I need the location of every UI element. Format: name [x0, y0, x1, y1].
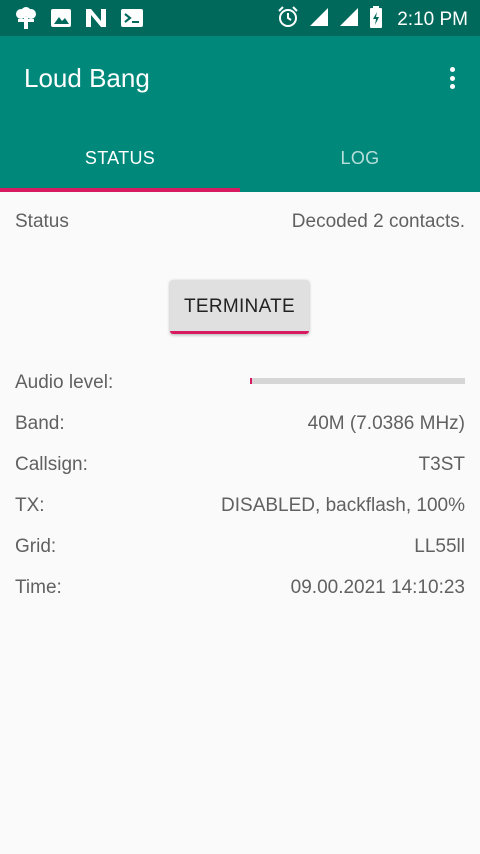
- signal-icon: [309, 7, 329, 32]
- audio-level-fill: [250, 378, 252, 384]
- battery-icon: [369, 6, 383, 33]
- callsign-row: Callsign: T3ST: [15, 450, 465, 480]
- status-label: Status: [15, 211, 69, 232]
- audio-level-label: Audio level:: [15, 372, 114, 393]
- app-title: Loud Bang: [24, 63, 150, 93]
- system-icons: 2:10 PM: [277, 6, 468, 33]
- terminal-icon: [120, 8, 144, 33]
- tx-value: DISABLED, backflash, 100%: [221, 495, 465, 516]
- grid-row: Grid: LL55ll: [15, 532, 465, 562]
- n-icon: [84, 8, 108, 33]
- band-label: Band:: [15, 413, 65, 434]
- notification-icons: [14, 7, 144, 34]
- app-bar: Loud Bang STATUS LOG: [0, 36, 480, 192]
- signal-icon: [339, 7, 359, 32]
- tree-icon: [14, 7, 38, 34]
- more-vert-icon[interactable]: [442, 64, 462, 92]
- audio-level-bar: [250, 378, 465, 384]
- band-row: Band: 40M (7.0386 MHz): [15, 409, 465, 439]
- grid-label: Grid:: [15, 536, 57, 557]
- callsign-label: Callsign:: [15, 454, 88, 475]
- tab-status[interactable]: STATUS: [0, 124, 240, 192]
- tx-label: TX:: [15, 495, 45, 516]
- status-bar: 2:10 PM: [0, 0, 480, 36]
- terminate-button[interactable]: TERMINATE: [170, 280, 309, 334]
- time-row: Time: 09.00.2021 14:10:23: [15, 573, 465, 603]
- status-row: Status Decoded 2 contacts.: [15, 207, 465, 237]
- tab-log[interactable]: LOG: [240, 124, 480, 192]
- clock-time: 2:10 PM: [397, 8, 468, 30]
- grid-value: LL55ll: [414, 536, 465, 557]
- band-value: 40M (7.0386 MHz): [307, 413, 465, 434]
- time-label: Time:: [15, 577, 62, 598]
- status-value: Decoded 2 contacts.: [291, 211, 465, 232]
- button-accent-line: [170, 331, 309, 334]
- time-value: 09.00.2021 14:10:23: [290, 577, 465, 598]
- alarm-icon: [277, 6, 299, 33]
- tab-indicator: [0, 188, 240, 192]
- callsign-value: T3ST: [418, 454, 465, 475]
- image-icon: [50, 8, 72, 33]
- terminate-button-label: TERMINATE: [183, 296, 296, 317]
- tab-bar: STATUS LOG: [0, 124, 480, 192]
- tx-row: TX: DISABLED, backflash, 100%: [15, 491, 465, 521]
